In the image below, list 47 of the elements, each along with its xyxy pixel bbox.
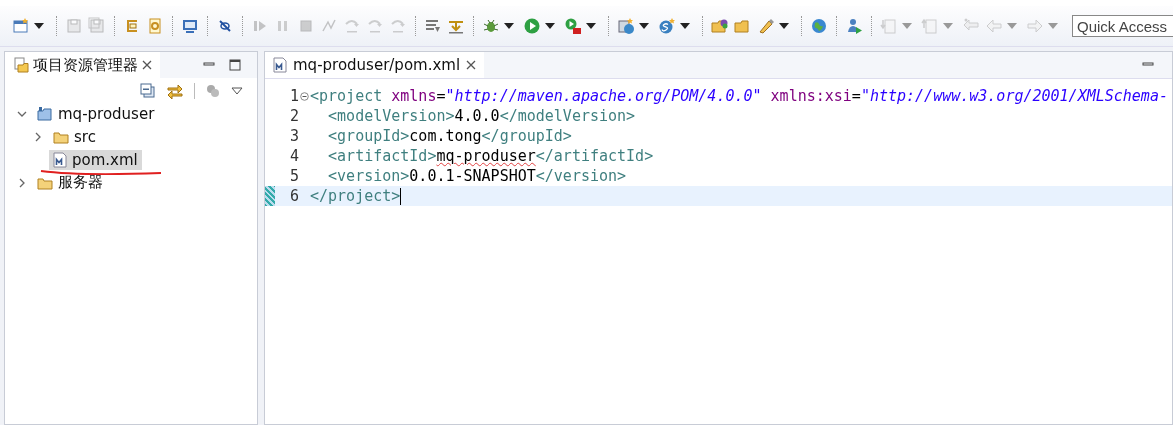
code-line: <version>0.0.1-SNAPSHOT</version>: [327, 167, 627, 185]
line-number: 1: [288, 87, 299, 105]
line-number: 6: [288, 187, 299, 205]
tree-item[interactable]: pom.xml: [49, 149, 142, 170]
globe-icon[interactable]: [810, 17, 828, 35]
dropdown-caret-icon[interactable]: [639, 23, 649, 29]
tree-item[interactable]: 服务器: [33, 172, 107, 193]
folder-icon[interactable]: [734, 17, 752, 35]
line-number: 4: [288, 147, 299, 165]
project-folder-icon: [37, 105, 53, 122]
person-icon[interactable]: [845, 17, 863, 35]
maven-file-icon: [273, 57, 287, 73]
code-line: <artifactId>mq-produser</artifactId>: [327, 147, 654, 165]
close-icon[interactable]: [466, 60, 477, 70]
maximize-icon[interactable]: [229, 59, 241, 71]
change-marker: [265, 186, 275, 206]
view-tab[interactable]: 项目资源管理器: [5, 52, 160, 78]
bug-icon[interactable]: [482, 17, 500, 35]
filter-icon[interactable]: [205, 83, 221, 99]
filter-icon[interactable]: [424, 17, 442, 35]
dropdown-caret-icon[interactable]: [504, 23, 514, 29]
line-number: 3: [288, 127, 299, 145]
quick-access-field[interactable]: Quick Access: [1072, 15, 1173, 37]
dropdown-caret-icon[interactable]: [34, 23, 44, 29]
collapse-all-icon[interactable]: [140, 83, 156, 99]
dropdown-caret-icon[interactable]: [680, 23, 690, 29]
code-line: <modelVersion>4.0.0</modelVersion>: [327, 107, 636, 125]
dropdown-caret-icon[interactable]: [779, 23, 789, 29]
line-number: 5: [288, 167, 299, 185]
tree-item[interactable]: src: [49, 126, 100, 147]
code-line: <groupId>com.tong</groupId>: [327, 127, 572, 145]
tree-item[interactable]: mq-produser: [33, 103, 159, 124]
newwin-icon[interactable]: [12, 17, 30, 35]
link-editor-icon[interactable]: [166, 82, 184, 100]
code-line: </project>: [310, 187, 401, 205]
dropdown-caret-icon[interactable]: [545, 23, 555, 29]
line-number: 2: [288, 107, 299, 125]
code-line: <project xmlns="http://maven.apache.org/POM/4.0.0" xmlns:xsi="http://www.w3.org/2001/XMLSchema-: [310, 87, 1168, 105]
monitor-icon[interactable]: [181, 17, 199, 35]
view-menu-icon[interactable]: [231, 87, 243, 95]
dropdown-caret-icon[interactable]: [586, 23, 596, 29]
pen-icon[interactable]: [757, 17, 775, 35]
collapse-fold-icon[interactable]: [300, 91, 309, 101]
close-icon[interactable]: [142, 60, 152, 70]
explorer-icon: [13, 57, 29, 73]
editor-tab[interactable]: mq-produser/pom.xml: [265, 52, 485, 78]
maven-file-icon: [53, 151, 67, 168]
